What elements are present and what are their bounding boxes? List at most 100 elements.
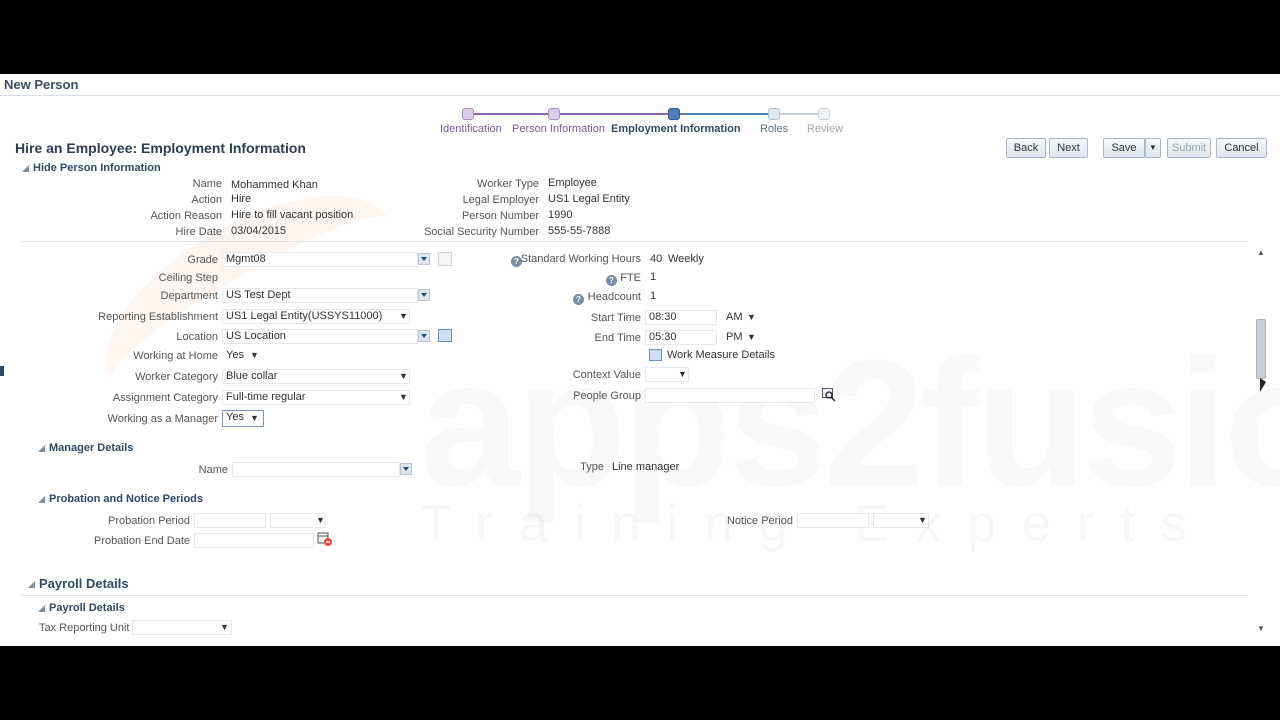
hide-person-info-toggle[interactable]: Hide Person Information [22,162,161,174]
people-group-input[interactable] [645,388,815,403]
manager-type-value: Line manager [612,461,680,473]
help-icon[interactable]: ? [573,294,584,305]
manager-type-label: Type [580,461,604,473]
probation-period-input[interactable] [194,513,266,528]
scrollbar-thumb[interactable] [1256,319,1266,379]
working-as-manager-label: Working as a Manager [107,413,218,425]
assignment-category-select[interactable]: Full-time regular [222,390,410,405]
train-stop-roles[interactable] [768,108,780,120]
train-stop-review [818,108,830,120]
process-train: Identification Person Information Employ… [440,108,860,138]
location-select[interactable]: US Location [222,329,418,344]
work-measure-icon[interactable] [649,349,662,361]
collapse-triangle-icon [28,581,35,589]
end-time-label: End Time [594,332,641,344]
probation-end-date-input[interactable] [194,533,314,548]
splitter-handle[interactable] [0,366,4,376]
scroll-up-icon[interactable]: ▲ [1257,248,1265,257]
manager-name-select[interactable] [232,462,400,477]
train-label-identification[interactable]: Identification [440,123,502,135]
back-button[interactable]: Back [1006,138,1046,158]
chevron-down-icon: ▼ [678,369,687,379]
window-title-bar: New Person [0,74,1280,96]
next-button[interactable]: Next [1049,138,1088,158]
save-button[interactable]: Save [1103,138,1145,158]
grade-select[interactable]: Mgmt08 [222,252,418,267]
chevron-down-icon: ▼ [747,312,756,322]
fte-value: 1 [650,271,657,283]
assignment-category-label: Assignment Category [112,392,218,404]
location-details-icon[interactable] [438,329,452,342]
reporting-establishment-select[interactable]: US1 Legal Entity(USSYS11000) [222,309,410,324]
department-select[interactable]: US Test Dept [222,288,418,303]
calendar-icon[interactable] [317,531,333,547]
worker-category-select[interactable]: Blue collar [222,369,410,384]
save-menu-button[interactable]: ▼ [1145,138,1161,158]
train-label-employment-information[interactable]: Employment Information [611,123,741,135]
page-title: Hire an Employee: Employment Information [15,140,306,156]
cancel-button[interactable]: Cancel [1216,138,1267,158]
chevron-down-icon: ▼ [747,332,756,342]
train-label-person-information[interactable]: Person Information [512,123,605,135]
submit-button: Submit [1167,138,1211,158]
train-stop-employment-information[interactable] [668,108,680,120]
notice-period-input[interactable] [797,513,869,528]
department-dropdown-icon[interactable] [418,289,430,301]
chevron-down-icon: ▼ [250,350,259,360]
manager-name-label: Name [198,464,228,476]
probation-header[interactable]: Probation and Notice Periods [38,493,203,505]
divider [20,595,1248,596]
search-icon[interactable] [822,388,836,402]
train-link [780,113,818,115]
train-link [680,113,772,115]
hide-person-info-label: Hide Person Information [33,162,161,174]
start-time-label: Start Time [590,312,641,324]
tax-reporting-unit-label: Tax Reporting Unit [39,622,130,634]
collapse-triangle-icon [38,444,45,452]
action-label: Action [191,194,222,206]
mouse-pointer-icon [1260,378,1266,392]
legal-employer-label: Legal Employer [462,194,539,206]
payroll-details-header[interactable]: Payroll Details [38,602,125,614]
standard-working-hours-value: 40 [650,253,663,265]
tax-reporting-unit-select[interactable] [132,620,232,635]
hire-date-label: Hire Date [175,226,222,238]
fte-label: FTE [620,272,641,284]
window-title: New Person [4,77,79,92]
vertical-scrollbar[interactable]: ▲ ▼ [1254,244,1268,636]
divider [20,241,1248,242]
payroll-section-header[interactable]: Payroll Details [28,576,129,591]
train-link [474,113,552,115]
ssn-value: 555-55-7888 [548,225,611,237]
train-label-roles[interactable]: Roles [760,123,788,135]
work-measure-details-link[interactable]: Work Measure Details [667,349,775,361]
scroll-down-icon[interactable]: ▼ [1257,624,1265,633]
headcount-label: Headcount [587,291,641,303]
train-stop-identification[interactable] [462,108,474,120]
manager-name-dropdown-icon[interactable] [400,463,412,475]
train-link [560,113,672,115]
chevron-down-icon: ▼ [220,622,229,632]
train-stop-person-information[interactable] [548,108,560,120]
worker-category-label: Worker Category [135,371,218,383]
worker-type-value: Employee [548,177,597,189]
notice-period-label: Notice Period [726,515,793,527]
location-dropdown-icon[interactable] [418,330,430,342]
probation-end-date-label: Probation End Date [93,535,190,547]
probation-title: Probation and Notice Periods [49,493,204,505]
hire-date-value: 03/04/2015 [231,225,287,237]
new-person-window: apps2fusion Training Experts New Person … [0,74,1280,646]
payroll-details-title: Payroll Details [49,602,125,614]
manager-details-header[interactable]: Manager Details [38,442,133,454]
help-icon[interactable]: ? [606,275,617,286]
start-time-input[interactable]: 08:30 [645,310,717,325]
person-number-value: 1990 [548,209,573,221]
reporting-establishment-label: Reporting Establishment [98,311,218,323]
chevron-down-icon: ▼ [1149,143,1157,152]
grade-dropdown-icon[interactable] [418,253,430,265]
ssn-label: Social Security Number [424,226,539,238]
grade-ladder-icon[interactable] [438,252,452,266]
headcount-value: 1 [650,290,657,302]
end-time-input[interactable]: 05:30 [645,330,717,345]
chevron-down-icon: ▼ [250,413,259,423]
